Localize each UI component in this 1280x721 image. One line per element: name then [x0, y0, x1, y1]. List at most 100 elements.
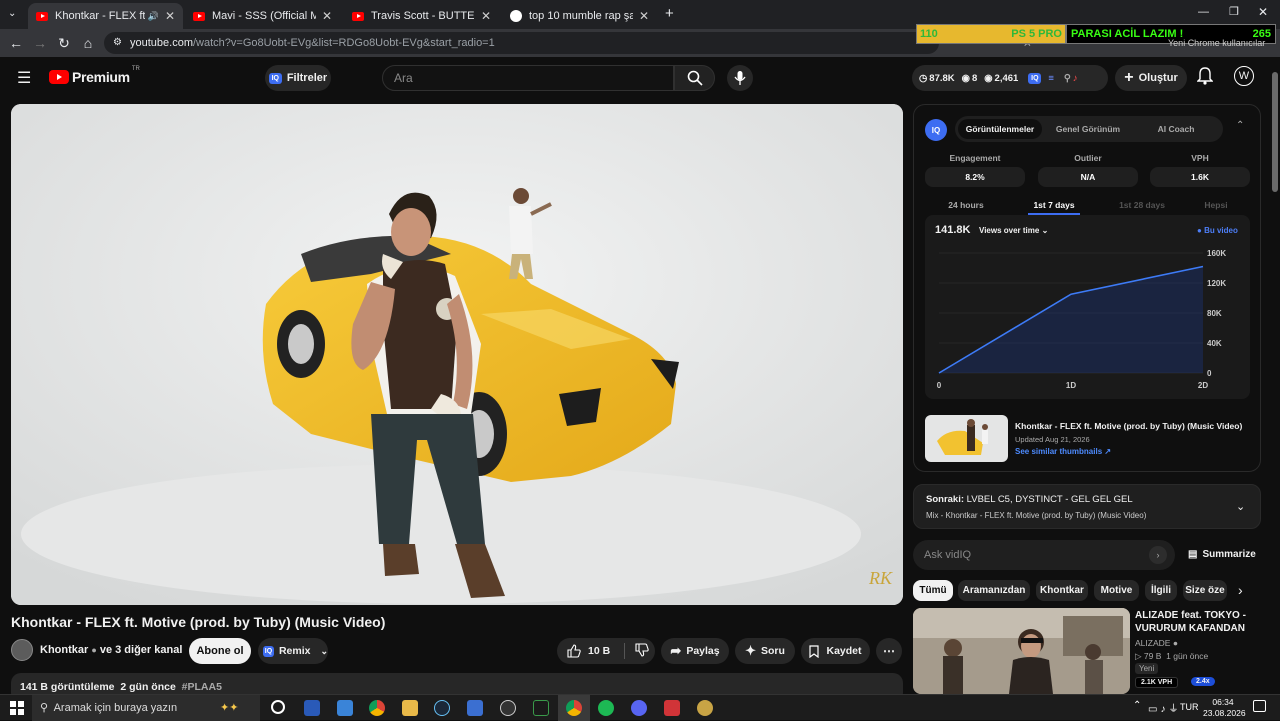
app-icon-6[interactable]: [664, 700, 680, 716]
more-actions-button[interactable]: ⋯: [876, 638, 902, 664]
chrome-taskbar-icon[interactable]: [566, 700, 582, 716]
tab[interactable]: Mavi - SSS (Official Music Vide ✕: [185, 3, 340, 29]
tray-icons[interactable]: ▭♪⏚: [1148, 700, 1181, 715]
tab-overview[interactable]: Genel Görünüm: [1047, 119, 1129, 139]
save-label: Kaydet: [826, 645, 861, 657]
app-icon-7[interactable]: [697, 700, 713, 716]
new-tab-button[interactable]: +: [665, 5, 674, 22]
close-tab-icon[interactable]: ✕: [481, 9, 491, 23]
channel-extra[interactable]: ve 3 diğer kanal: [100, 644, 183, 656]
chrome-user-label[interactable]: Yeni Chrome kullanıcılar: [1168, 38, 1265, 48]
chips-next-icon[interactable]: ›: [1238, 582, 1243, 598]
chip-for-you[interactable]: Size öze: [1183, 580, 1227, 601]
like-button[interactable]: 10 B: [567, 644, 610, 658]
spotify-icon[interactable]: [598, 700, 614, 716]
task-view-icon[interactable]: [271, 700, 285, 714]
notifications-bell-icon[interactable]: [1197, 67, 1213, 90]
voice-search-button[interactable]: [727, 65, 753, 91]
recommended-thumbnail[interactable]: [913, 608, 1130, 694]
close-tab-icon[interactable]: ✕: [322, 9, 332, 23]
windows-start-icon[interactable]: [10, 701, 24, 715]
recommended-channel[interactable]: ALIZADE ●: [1135, 638, 1178, 648]
language-indicator[interactable]: TUR: [1180, 702, 1199, 712]
chevron-down-icon: ⌄: [320, 646, 328, 657]
search-button[interactable]: [674, 65, 715, 91]
page-scrollbar[interactable]: [1272, 62, 1278, 692]
tab-active[interactable]: Khontkar - FLEX ft. Motive ( 🔊 ✕: [28, 3, 183, 29]
range-7d[interactable]: 1st 7 days: [1019, 200, 1089, 210]
create-button[interactable]: + Oluştur: [1115, 65, 1187, 91]
tab-views[interactable]: Görüntülenmeler: [958, 119, 1042, 139]
app-icon-4[interactable]: [500, 700, 516, 716]
video-player[interactable]: RK: [11, 104, 903, 605]
chip-all[interactable]: Tümü: [913, 580, 953, 601]
collapse-icon[interactable]: ⌃: [1236, 120, 1244, 131]
play-count-icon: ▷: [1135, 651, 1142, 661]
chip-related[interactable]: İlgili: [1145, 580, 1177, 601]
chip-khontkar[interactable]: Khontkar: [1036, 580, 1088, 601]
tab-title: Travis Scott - BUTTERFLY EFFEC: [371, 10, 475, 22]
dislike-button[interactable]: [635, 643, 649, 660]
notification-center-icon[interactable]: [1253, 700, 1266, 712]
chrome-taskbar-icon[interactable]: [369, 700, 385, 716]
back-icon[interactable]: ←: [6, 33, 26, 53]
forward-icon[interactable]: →: [30, 33, 50, 53]
address-bar[interactable]: ⚙ youtube.com/watch?v=Go8Uobt-EVg&list=R…: [104, 32, 939, 54]
scrollbar-thumb[interactable]: [1272, 72, 1278, 192]
tab[interactable]: top 10 mumble rap şarkısı - Go ✕: [502, 3, 657, 29]
taskbar-search[interactable]: ⚲ Aramak için buraya yazın ✦✦: [32, 695, 260, 721]
ask-button[interactable]: ✦ Soru: [735, 638, 795, 664]
app-icon-1[interactable]: [304, 700, 320, 716]
thumbnail-card[interactable]: Khontkar - FLEX ft. Motive (prod. by Tub…: [925, 415, 1250, 463]
share-button[interactable]: ➦ Paylaş: [661, 638, 729, 664]
range-28d[interactable]: 1st 28 days: [1107, 200, 1177, 210]
restore-button[interactable]: ❐: [1229, 5, 1239, 18]
youtube-logo[interactable]: Premium TR: [49, 69, 138, 85]
steam-icon[interactable]: [434, 700, 450, 716]
chevron-down-icon[interactable]: ⌄: [1236, 500, 1245, 513]
card-thumbnail[interactable]: [925, 415, 1008, 462]
filters-button[interactable]: IQ Filtreler: [265, 65, 331, 91]
close-tab-icon[interactable]: ✕: [165, 9, 175, 23]
tab[interactable]: Travis Scott - BUTTERFLY EFFEC ✕: [344, 3, 499, 29]
tab-list-dropdown[interactable]: ⌄: [8, 8, 16, 19]
channel-name[interactable]: Khontkar: [40, 644, 88, 656]
vidiq-stats-bar[interactable]: ◷87.8K ◉8 ◉2,461 IQ ≡ ⚲ ♪: [912, 65, 1108, 91]
similar-thumbnails-link[interactable]: See similar thumbnails ↗: [1015, 447, 1111, 456]
close-tab-icon[interactable]: ✕: [639, 9, 649, 23]
file-explorer-icon[interactable]: [402, 700, 418, 716]
avatar[interactable]: W: [1234, 66, 1254, 86]
ask-vidiq-input[interactable]: Ask vidIQ ›: [913, 540, 1175, 570]
remix-button[interactable]: IQ Remix ⌄: [258, 638, 328, 664]
chip-motive[interactable]: Motive: [1094, 580, 1139, 601]
hashtag[interactable]: #PLAA5: [182, 681, 222, 693]
tab-ai-coach[interactable]: AI Coach: [1135, 119, 1217, 139]
subscribe-button[interactable]: Abone ol: [189, 638, 251, 664]
app-icon-3[interactable]: [467, 700, 483, 716]
metric-outlier-label: Outlier: [1038, 153, 1138, 163]
chip-from-search[interactable]: Aramanızdan: [958, 580, 1030, 601]
range-all[interactable]: Hepsi: [1194, 200, 1238, 210]
minimize-button[interactable]: —: [1198, 6, 1209, 18]
search-input[interactable]: Ara: [382, 65, 674, 91]
app-icon-2[interactable]: [337, 700, 353, 716]
tray-chevron-icon[interactable]: ⌃: [1133, 700, 1141, 711]
discord-icon[interactable]: [631, 700, 647, 716]
save-button[interactable]: Kaydet: [801, 638, 870, 664]
clock[interactable]: 06:34 23.08.2026: [1203, 697, 1243, 719]
summarize-button[interactable]: ▤ Summarize: [1188, 549, 1256, 560]
send-icon[interactable]: ›: [1149, 546, 1167, 564]
app-icon-5[interactable]: [533, 700, 549, 716]
channel-avatar[interactable]: [11, 639, 33, 661]
close-window-button[interactable]: ✕: [1258, 5, 1268, 19]
channel-name-row[interactable]: Khontkar ● ve 3 diğer kanal: [40, 644, 182, 656]
up-next-box[interactable]: Sonraki: LVBEL C5, DYSTINCT - GEL GEL GE…: [913, 484, 1261, 529]
site-info-icon[interactable]: ⚙: [113, 32, 122, 54]
menu-icon[interactable]: ☰: [17, 68, 31, 88]
metric-outlier-value: N/A: [1038, 167, 1138, 187]
reload-icon[interactable]: ↻: [54, 33, 74, 53]
metric-vph-value: 1.6K: [1150, 167, 1250, 187]
range-24h[interactable]: 24 hours: [936, 200, 996, 210]
recommended-video[interactable]: ALIZADE feat. TOKYO - VURURUM KAFANDAN A…: [913, 608, 1261, 694]
home-icon[interactable]: ⌂: [78, 33, 98, 53]
